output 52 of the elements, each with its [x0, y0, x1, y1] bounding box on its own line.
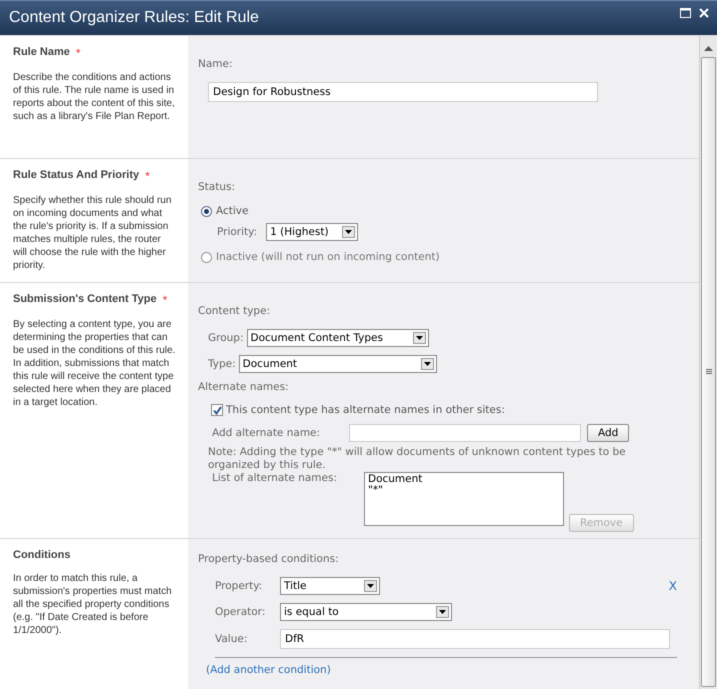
field-label: Value:: [215, 633, 248, 645]
section-title: Submission's Content Type: [13, 293, 157, 307]
field-label: List of alternate names:: [212, 472, 338, 484]
list-item[interactable]: "*": [368, 485, 560, 496]
alternate-name-field[interactable]: [349, 424, 581, 442]
dropdown[interactable]: Document: [238, 355, 437, 373]
alternate-names-list[interactable]: Document "*": [364, 472, 564, 526]
close-icon[interactable]: [699, 8, 709, 18]
field-label: Type:: [208, 358, 236, 370]
field-label: Alternate names:: [198, 381, 290, 393]
checkbox-label: This content type has alternate names in other sites:: [226, 404, 505, 416]
field-label: Property:: [215, 580, 264, 592]
name-field[interactable]: Design for Robustness: [208, 82, 598, 102]
field-label: Operator:: [215, 606, 266, 618]
required-mark: *: [76, 46, 81, 60]
required-mark: *: [145, 169, 150, 183]
dropdown[interactable]: Document Content Types: [246, 329, 429, 347]
section-description: In order to match this rule, a submission's properties must match all the specified property conditions (e.g. "If Date Created is before 1/1/2000").: [13, 572, 173, 637]
radio-label: Inactive (will not run on incoming content): [216, 251, 440, 263]
section-title: Rule Name: [13, 46, 70, 60]
section-title: Conditions: [13, 549, 70, 561]
field-label: Priority:: [217, 226, 258, 238]
scroll-up-icon[interactable]: [704, 46, 713, 51]
radio-label: Active: [216, 205, 248, 217]
field-label: Status:: [198, 181, 236, 193]
window-title: Content Organizer Rules: Edit Rule: [9, 9, 259, 27]
add-button[interactable]: Add: [587, 424, 630, 442]
radio-button[interactable]: [201, 252, 212, 262]
note-text: Note: Adding the type "*" will allow documents of unknown content types to be organized by this rule.: [208, 446, 627, 472]
grip-icon: [706, 369, 712, 375]
scroll-thumb[interactable]: [701, 57, 716, 687]
radio-button[interactable]: [201, 206, 212, 216]
dropdown[interactable]: Title: [280, 577, 380, 595]
field-label: Group:: [208, 332, 244, 344]
section-description: Describe the conditions and actions of this rule. The rule name is used in reports about the content of this site, such as a library's File Plan Report.: [13, 71, 176, 123]
maximize-icon[interactable]: [680, 8, 691, 18]
section-title: Rule Status And Priority: [13, 169, 140, 183]
section-description: Specify whether this rule should run on incoming documents and what the rule's priority is. If a submission matches multiple rules, the router will choose the rule with the higher priority.: [13, 194, 172, 272]
remove-condition-link[interactable]: X: [668, 579, 677, 593]
add-condition-link[interactable]: (Add another condition): [206, 664, 331, 676]
scrollbar[interactable]: [699, 36, 717, 689]
list-item[interactable]: Document: [368, 474, 560, 485]
required-mark: *: [162, 293, 168, 307]
value-field[interactable]: DfR: [280, 629, 670, 649]
checkbox[interactable]: [211, 404, 223, 416]
dropdown[interactable]: is equal to: [280, 603, 452, 621]
field-label: Property-based conditions:: [198, 553, 340, 565]
dropdown[interactable]: 1 (Highest): [266, 223, 358, 241]
field-label: Name:: [198, 58, 234, 70]
section-description: By selecting a content type, you are determining the properties that can be used in the conditions of this rule. In addition, submissions that match this rule will receive the content type selected here when they are placed in a target location.: [13, 318, 176, 409]
field-label: Add alternate name:: [212, 427, 322, 439]
field-label: Content type:: [198, 305, 272, 317]
